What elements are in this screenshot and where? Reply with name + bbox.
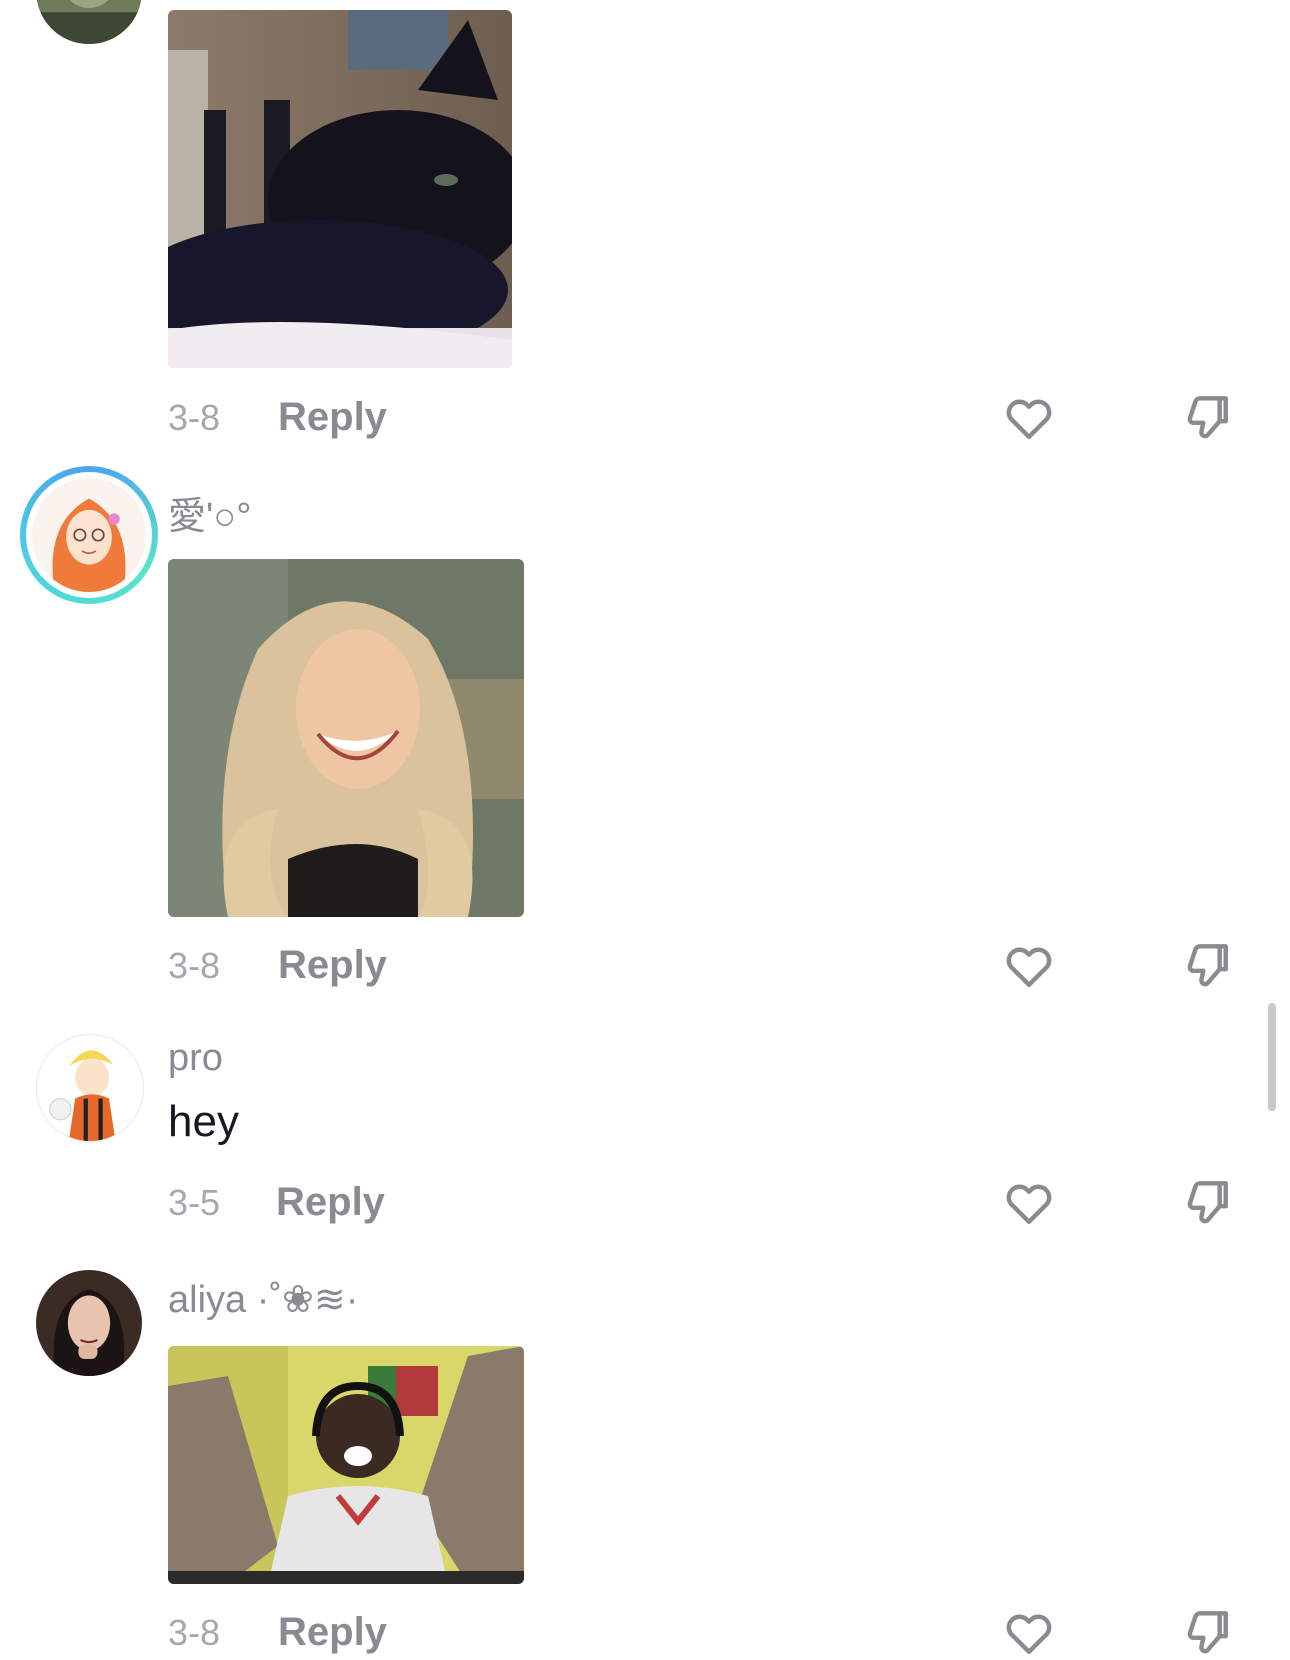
thumbs-down-outline-icon[interactable] [1180,1174,1236,1230]
thumbs-down-outline-icon[interactable] [1180,937,1236,993]
reply-button[interactable]: Reply [278,943,387,988]
comment-username[interactable]: 愛'○° [168,485,251,540]
heart-outline-icon[interactable] [1001,937,1057,993]
scrollbar[interactable] [1268,1003,1276,1111]
comment-username[interactable]: aliya ·˚❀≋· [168,1277,358,1322]
thumbs-down-outline-icon[interactable] [1180,1604,1236,1660]
black-cat-gif[interactable] [168,10,512,368]
comment-text: hey [168,1097,239,1146]
heart-outline-icon[interactable] [1001,1604,1057,1660]
comment-username[interactable]: pro [168,1037,223,1080]
comment-date: 3-8 [168,945,221,986]
comment-date: 3-8 [168,397,221,438]
comment-date: 3-8 [168,1612,221,1653]
reply-button[interactable]: Reply [276,1180,385,1225]
user-avatar[interactable] [36,0,142,44]
reply-button[interactable]: Reply [278,395,387,440]
avatar-story-ring[interactable] [20,466,158,604]
heart-outline-icon[interactable] [1001,389,1057,445]
woman-dark-hair-avatar[interactable] [36,1270,142,1376]
anime-girl-orange-hair-avatar [32,478,146,592]
thumbs-down-outline-icon[interactable] [1180,389,1236,445]
reply-button[interactable]: Reply [278,1610,387,1655]
excited-man-headset-gif[interactable] [168,1346,524,1584]
anime-boy-yellow-hair-avatar[interactable] [36,1034,144,1142]
comment-date: 3-5 [168,1182,221,1223]
heart-outline-icon[interactable] [1001,1174,1057,1230]
smiling-blonde-woman-gif[interactable] [168,559,524,917]
